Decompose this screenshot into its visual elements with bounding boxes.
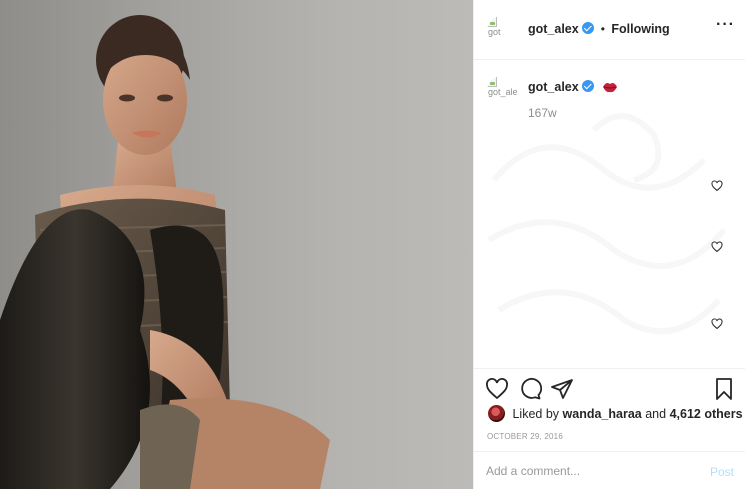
post-header: got got_alex • Following ··· — [474, 0, 745, 60]
profile-avatar[interactable]: got — [487, 16, 517, 46]
likes-summary: Liked by wanda_haraa and 4,612 others — [488, 405, 743, 422]
following-button[interactable]: Following — [611, 22, 669, 36]
comment-like-heart-icon[interactable] — [711, 318, 723, 330]
verified-badge-icon — [582, 22, 595, 34]
liker-avatar[interactable] — [488, 405, 505, 422]
broken-image-icon — [487, 76, 497, 87]
caption-avatar[interactable]: got_alex's — [487, 76, 517, 106]
avatar-alt-text: got — [488, 27, 501, 37]
avatar-alt-text: got_alex's — [488, 87, 517, 97]
add-comment-bar: Post — [474, 451, 745, 489]
comment-like-heart-icon[interactable] — [711, 180, 723, 192]
caption-meta: got_alex — [528, 80, 618, 94]
likes-others-link[interactable]: 4,612 others — [670, 407, 743, 421]
caption-block: got_alex's got_alex 167w — [474, 60, 745, 368]
post-comment-button[interactable]: Post — [710, 465, 734, 479]
bookmark-icon[interactable] — [712, 377, 736, 401]
comment-input[interactable] — [486, 463, 686, 479]
paper-plane-icon[interactable] — [550, 377, 574, 401]
comment-icon[interactable] — [518, 377, 542, 401]
liker-username-link[interactable]: wanda_haraa — [563, 407, 642, 421]
header-meta: got_alex • Following — [528, 22, 670, 36]
broken-image-icon — [487, 16, 497, 27]
post-action-bar — [474, 368, 745, 404]
header-username-link[interactable]: got_alex — [528, 22, 579, 36]
caption-time-ago[interactable]: 167w — [528, 106, 557, 120]
comment-like-heart-icon[interactable] — [711, 241, 723, 253]
verified-badge-icon — [582, 80, 595, 92]
likes-joiner: and — [645, 407, 667, 421]
heart-icon[interactable] — [485, 377, 509, 401]
likes-prefix: Liked by — [512, 407, 560, 421]
post-photo[interactable] — [0, 0, 473, 489]
kiss-lips-emoji-icon — [602, 83, 617, 93]
portrait-illustration — [0, 15, 330, 489]
separator-dot: • — [600, 22, 605, 36]
caption-username-link[interactable]: got_alex — [528, 80, 579, 94]
post-date[interactable]: OCTOBER 29, 2016 — [487, 432, 563, 441]
more-options-button[interactable]: ··· — [716, 17, 734, 35]
more-horizontal-icon: ··· — [716, 16, 735, 33]
post-side-panel: got got_alex • Following ··· got_alex's … — [473, 0, 745, 489]
